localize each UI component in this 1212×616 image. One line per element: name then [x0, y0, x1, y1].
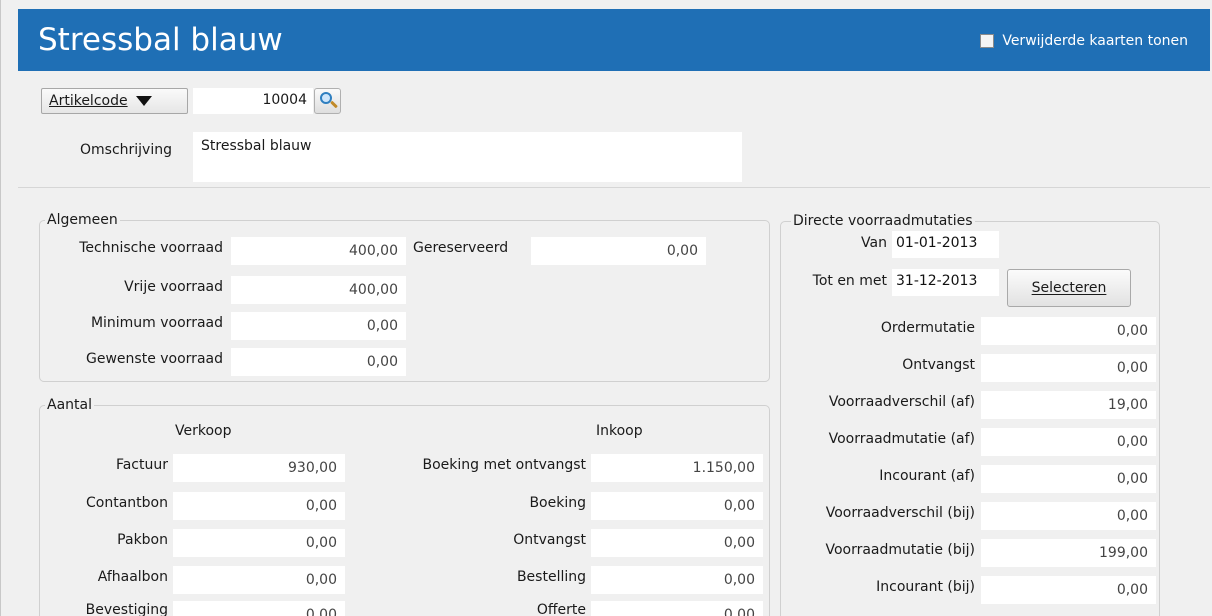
minimum-voorraad-field[interactable]: 0,00 — [231, 312, 406, 340]
vrije-voorraad-label: Vrije voorraad — [124, 279, 223, 295]
show-deleted-label: Verwijderde kaarten tonen — [1002, 33, 1188, 49]
directe-label-voorraadmutatie-af: Voorraadmutatie (af) — [828, 431, 975, 447]
verkoop-field-bevestiging[interactable]: 0,00 — [173, 601, 345, 616]
article-code-input[interactable]: 10004 — [193, 88, 313, 114]
search-icon-handle — [330, 100, 338, 109]
directe-field-voorraadverschil-af[interactable]: 19,00 — [981, 391, 1156, 419]
verkoop-field-factuur[interactable]: 930,00 — [173, 454, 345, 482]
chevron-down-icon — [135, 96, 152, 106]
inkoop-label-boeking-met-ontvangst: Boeking met ontvangst — [422, 457, 586, 473]
directe-label-ontvangst: Ontvangst — [902, 357, 975, 373]
vrije-voorraad-field[interactable]: 400,00 — [231, 276, 406, 304]
verkoop-field-pakbon[interactable]: 0,00 — [173, 529, 345, 557]
algemeen-group-title: Algemeen — [45, 212, 120, 228]
inkoop-field-boeking[interactable]: 0,00 — [591, 492, 763, 520]
van-date-input[interactable]: 01-01-2013 — [892, 231, 999, 258]
directe-field-voorraadmutatie-af[interactable]: 0,00 — [981, 428, 1156, 456]
inkoop-label-bestelling: Bestelling — [516, 569, 586, 585]
selecteren-button[interactable]: Selecteren — [1007, 269, 1131, 307]
directe-field-incourant-af[interactable]: 0,00 — [981, 465, 1156, 493]
directe-mutaties-title: Directe voorraadmutaties — [791, 213, 975, 229]
verkoop-label-contantbon: Contantbon — [86, 495, 168, 511]
gereserveerd-field[interactable]: 0,00 — [531, 237, 706, 265]
verkoop-label-factuur: Factuur — [115, 457, 168, 473]
tot-en-met-label: Tot en met — [812, 273, 887, 289]
show-deleted-checkbox[interactable] — [980, 34, 995, 48]
directe-field-ordermutatie[interactable]: 0,00 — [981, 317, 1156, 345]
directe-label-incourant-bij: Incourant (bij) — [876, 579, 975, 595]
directe-field-ontvangst[interactable]: 0,00 — [981, 354, 1156, 382]
aantal-group-title: Aantal — [45, 397, 94, 413]
inkoop-field-boeking-met-ontvangst[interactable]: 1.150,00 — [591, 454, 763, 482]
tot-en-met-date-input[interactable]: 31-12-2013 — [892, 269, 999, 296]
technische-voorraad-field[interactable]: 400,00 — [231, 237, 406, 265]
verkoop-field-contantbon[interactable]: 0,00 — [173, 492, 345, 520]
inkoop-field-ontvangst[interactable]: 0,00 — [591, 529, 763, 557]
article-code-dropdown[interactable]: Artikelcode — [41, 88, 188, 114]
directe-label-voorraadverschil-bij: Voorraadverschil (bij) — [825, 505, 975, 521]
selecteren-button-label: Selecteren — [1031, 280, 1107, 296]
inkoop-header: Inkoop — [596, 423, 643, 439]
verkoop-header: Verkoop — [175, 423, 232, 439]
gewenste-voorraad-label: Gewenste voorraad — [86, 351, 223, 367]
directe-field-voorraadmutatie-bij[interactable]: 199,00 — [981, 539, 1156, 567]
directe-label-ordermutatie: Ordermutatie — [880, 320, 975, 336]
inkoop-field-offerte[interactable]: 0,00 — [591, 601, 763, 616]
technische-voorraad-label: Technische voorraad — [79, 240, 223, 256]
inkoop-label-boeking: Boeking — [529, 495, 586, 511]
description-field[interactable]: Stressbal blauw — [193, 132, 742, 182]
description-label: Omschrijving — [80, 142, 172, 158]
directe-field-voorraadverschil-bij[interactable]: 0,00 — [981, 502, 1156, 530]
search-button[interactable] — [314, 88, 341, 114]
verkoop-label-bevestiging: Bevestiging — [85, 602, 168, 616]
article-code-dropdown-label: Artikelcode — [49, 93, 128, 109]
inkoop-label-ontvangst: Ontvangst — [513, 532, 586, 548]
directe-field-incourant-bij[interactable]: 0,00 — [981, 576, 1156, 604]
header-separator — [18, 187, 1210, 188]
verkoop-label-afhaalbon: Afhaalbon — [97, 569, 168, 585]
title-bar: Stressbal blauw Verwijderde kaarten tone… — [18, 9, 1210, 71]
page-title: Stressbal blauw — [38, 22, 283, 58]
gewenste-voorraad-field[interactable]: 0,00 — [231, 348, 406, 376]
directe-label-incourant-af: Incourant (af) — [879, 468, 975, 484]
inkoop-field-bestelling[interactable]: 0,00 — [591, 566, 763, 594]
gereserveerd-label: Gereserveerd — [413, 240, 509, 256]
directe-label-voorraadverschil-af: Voorraadverschil (af) — [828, 394, 975, 410]
verkoop-label-pakbon: Pakbon — [117, 532, 168, 548]
minimum-voorraad-label: Minimum voorraad — [90, 315, 223, 331]
inkoop-label-offerte: Offerte — [536, 602, 586, 616]
article-card-window: Stressbal blauw Verwijderde kaarten tone… — [0, 0, 1212, 616]
show-deleted-toggle[interactable]: Verwijderde kaarten tonen — [980, 33, 1188, 49]
verkoop-field-afhaalbon[interactable]: 0,00 — [173, 566, 345, 594]
directe-label-voorraadmutatie-bij: Voorraadmutatie (bij) — [825, 542, 975, 558]
van-label: Van — [861, 235, 887, 251]
